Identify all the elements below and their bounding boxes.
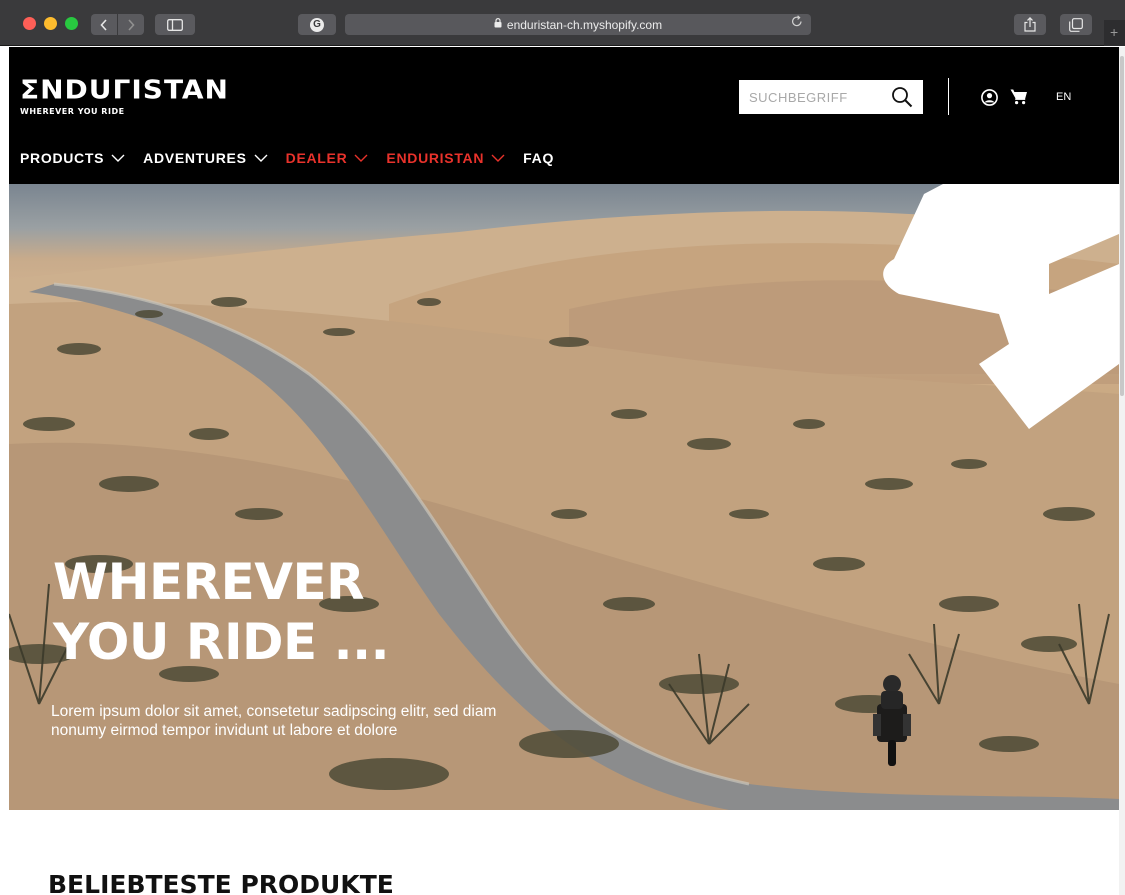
lock-icon bbox=[494, 18, 502, 31]
address-bar[interactable]: enduristan-ch.myshopify.com bbox=[345, 14, 811, 35]
forward-button[interactable] bbox=[118, 14, 144, 35]
tabs-icon bbox=[1069, 17, 1083, 32]
chevron-down-icon bbox=[491, 154, 505, 162]
hero-title: WHEREVER YOU RIDE ... bbox=[53, 552, 390, 672]
chevron-down-icon bbox=[111, 154, 125, 162]
hero-title-line-2: YOU RIDE ... bbox=[53, 613, 390, 671]
chevron-down-icon bbox=[254, 154, 268, 162]
close-window-button[interactable] bbox=[23, 17, 36, 30]
nav-item-label: DEALER bbox=[285, 150, 348, 166]
chevron-down-icon bbox=[354, 154, 368, 162]
grammarly-extension-button[interactable]: G bbox=[298, 14, 336, 35]
nav-item-enduristan[interactable]: ENDURISTAN bbox=[386, 150, 505, 166]
hero-title-line-1: WHEREVER bbox=[53, 553, 365, 611]
scrollbar-thumb[interactable] bbox=[1120, 56, 1124, 396]
share-button[interactable] bbox=[1014, 14, 1046, 35]
chevron-left-icon bbox=[100, 18, 107, 31]
logo-tagline: WHEREVER YOU RIDE bbox=[20, 107, 125, 116]
nav-item-label: PRODUCTS bbox=[20, 150, 105, 166]
cart-icon[interactable] bbox=[1010, 88, 1028, 106]
section-title: BELIEBTESTE PRODUKTE bbox=[48, 870, 394, 895]
nav-item-faq[interactable]: FAQ bbox=[523, 150, 554, 166]
back-button[interactable] bbox=[91, 14, 117, 35]
hero-description: Lorem ipsum dolor sit amet, consetetur s… bbox=[51, 703, 497, 739]
sidebar-icon bbox=[167, 18, 183, 31]
new-tab-button[interactable]: + bbox=[1104, 20, 1125, 46]
nav-item-label: ADVENTURES bbox=[143, 150, 247, 166]
share-icon bbox=[1024, 17, 1036, 32]
site-logo[interactable]: ΣNDUΓISTAN bbox=[20, 77, 229, 103]
hero-banner: WHEREVER YOU RIDE ... Lorem ipsum dolor … bbox=[9, 184, 1119, 810]
maximize-window-button[interactable] bbox=[65, 17, 78, 30]
nav-item-adventures[interactable]: ADVENTURES bbox=[143, 150, 268, 166]
header-divider bbox=[948, 78, 949, 115]
search-input[interactable] bbox=[749, 89, 889, 105]
search-icon[interactable] bbox=[891, 86, 913, 108]
account-icon[interactable] bbox=[981, 89, 998, 106]
nav-item-products[interactable]: PRODUCTS bbox=[20, 150, 125, 166]
reload-icon[interactable] bbox=[791, 15, 803, 31]
sidebar-toggle-button[interactable] bbox=[155, 14, 195, 35]
browser-toolbar: G enduristan-ch.myshopify.com + bbox=[0, 0, 1125, 46]
chevron-right-icon bbox=[128, 18, 135, 31]
nav-item-dealer[interactable]: DEALER bbox=[286, 150, 369, 166]
nav-item-label: FAQ bbox=[523, 150, 555, 166]
minimize-window-button[interactable] bbox=[44, 17, 57, 30]
url-text: enduristan-ch.myshopify.com bbox=[506, 17, 663, 32]
nav-item-label: ENDURISTAN bbox=[386, 150, 485, 166]
site-header: ΣNDUΓISTAN WHEREVER YOU RIDE EN PRODUCTS… bbox=[9, 47, 1119, 184]
main-navigation: PRODUCTS ADVENTURES DEALER ENDURISTAN FA… bbox=[20, 150, 572, 166]
language-switcher[interactable]: EN bbox=[1056, 91, 1071, 103]
show-tabs-button[interactable] bbox=[1060, 14, 1092, 35]
grammarly-icon: G bbox=[310, 17, 324, 32]
search-box bbox=[739, 80, 923, 114]
